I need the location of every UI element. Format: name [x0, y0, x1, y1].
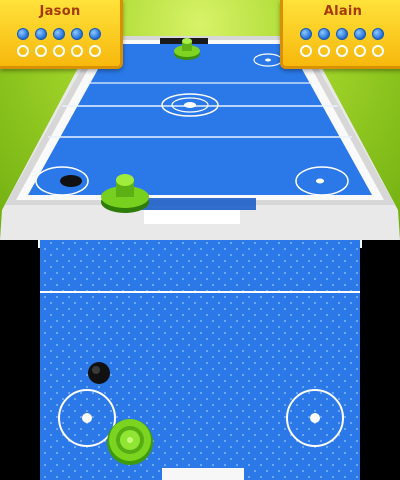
score-dot-filled: [17, 28, 29, 40]
score-dot-filled: [300, 28, 312, 40]
bottom-screen-touch-surface[interactable]: [0, 240, 400, 480]
score-dot-empty: [336, 45, 348, 57]
left-score-dots-row-2: [17, 45, 107, 57]
right-score-dots-row-1: [300, 28, 390, 40]
puck-icon: [60, 175, 82, 187]
score-dot-filled: [336, 28, 348, 40]
touch-table-surface[interactable]: [0, 240, 400, 480]
left-player-scorecard: Jason: [0, 0, 123, 69]
left-score-dots-row-1: [17, 28, 107, 40]
score-dot-empty: [17, 45, 29, 57]
score-dot-empty: [71, 45, 83, 57]
left-player-name: Jason: [39, 4, 81, 19]
score-dot-empty: [372, 45, 384, 57]
score-dot-filled: [53, 28, 65, 40]
touch-goal-opening: [162, 468, 244, 480]
score-dot-filled: [35, 28, 47, 40]
right-player-name: Alain: [323, 4, 363, 19]
near-goal-opening: [144, 210, 240, 224]
score-dot-empty: [300, 45, 312, 57]
score-dot-filled: [318, 28, 330, 40]
score-dot-empty: [318, 45, 330, 57]
right-player-scorecard: Alain: [280, 0, 400, 69]
score-dot-empty: [53, 45, 65, 57]
right-score-dots-row-2: [300, 45, 390, 57]
score-dot-filled: [354, 28, 366, 40]
game-screen: Jason Alain: [0, 0, 400, 480]
touch-player-mallet-icon[interactable]: [107, 419, 153, 465]
score-dot-empty: [89, 45, 101, 57]
score-dot-empty: [354, 45, 366, 57]
score-dot-filled: [71, 28, 83, 40]
score-dot-empty: [35, 45, 47, 57]
score-dot-filled: [372, 28, 384, 40]
touch-puck-icon: [88, 362, 110, 384]
top-screen-table-view: Jason Alain: [0, 0, 400, 240]
score-dot-filled: [89, 28, 101, 40]
